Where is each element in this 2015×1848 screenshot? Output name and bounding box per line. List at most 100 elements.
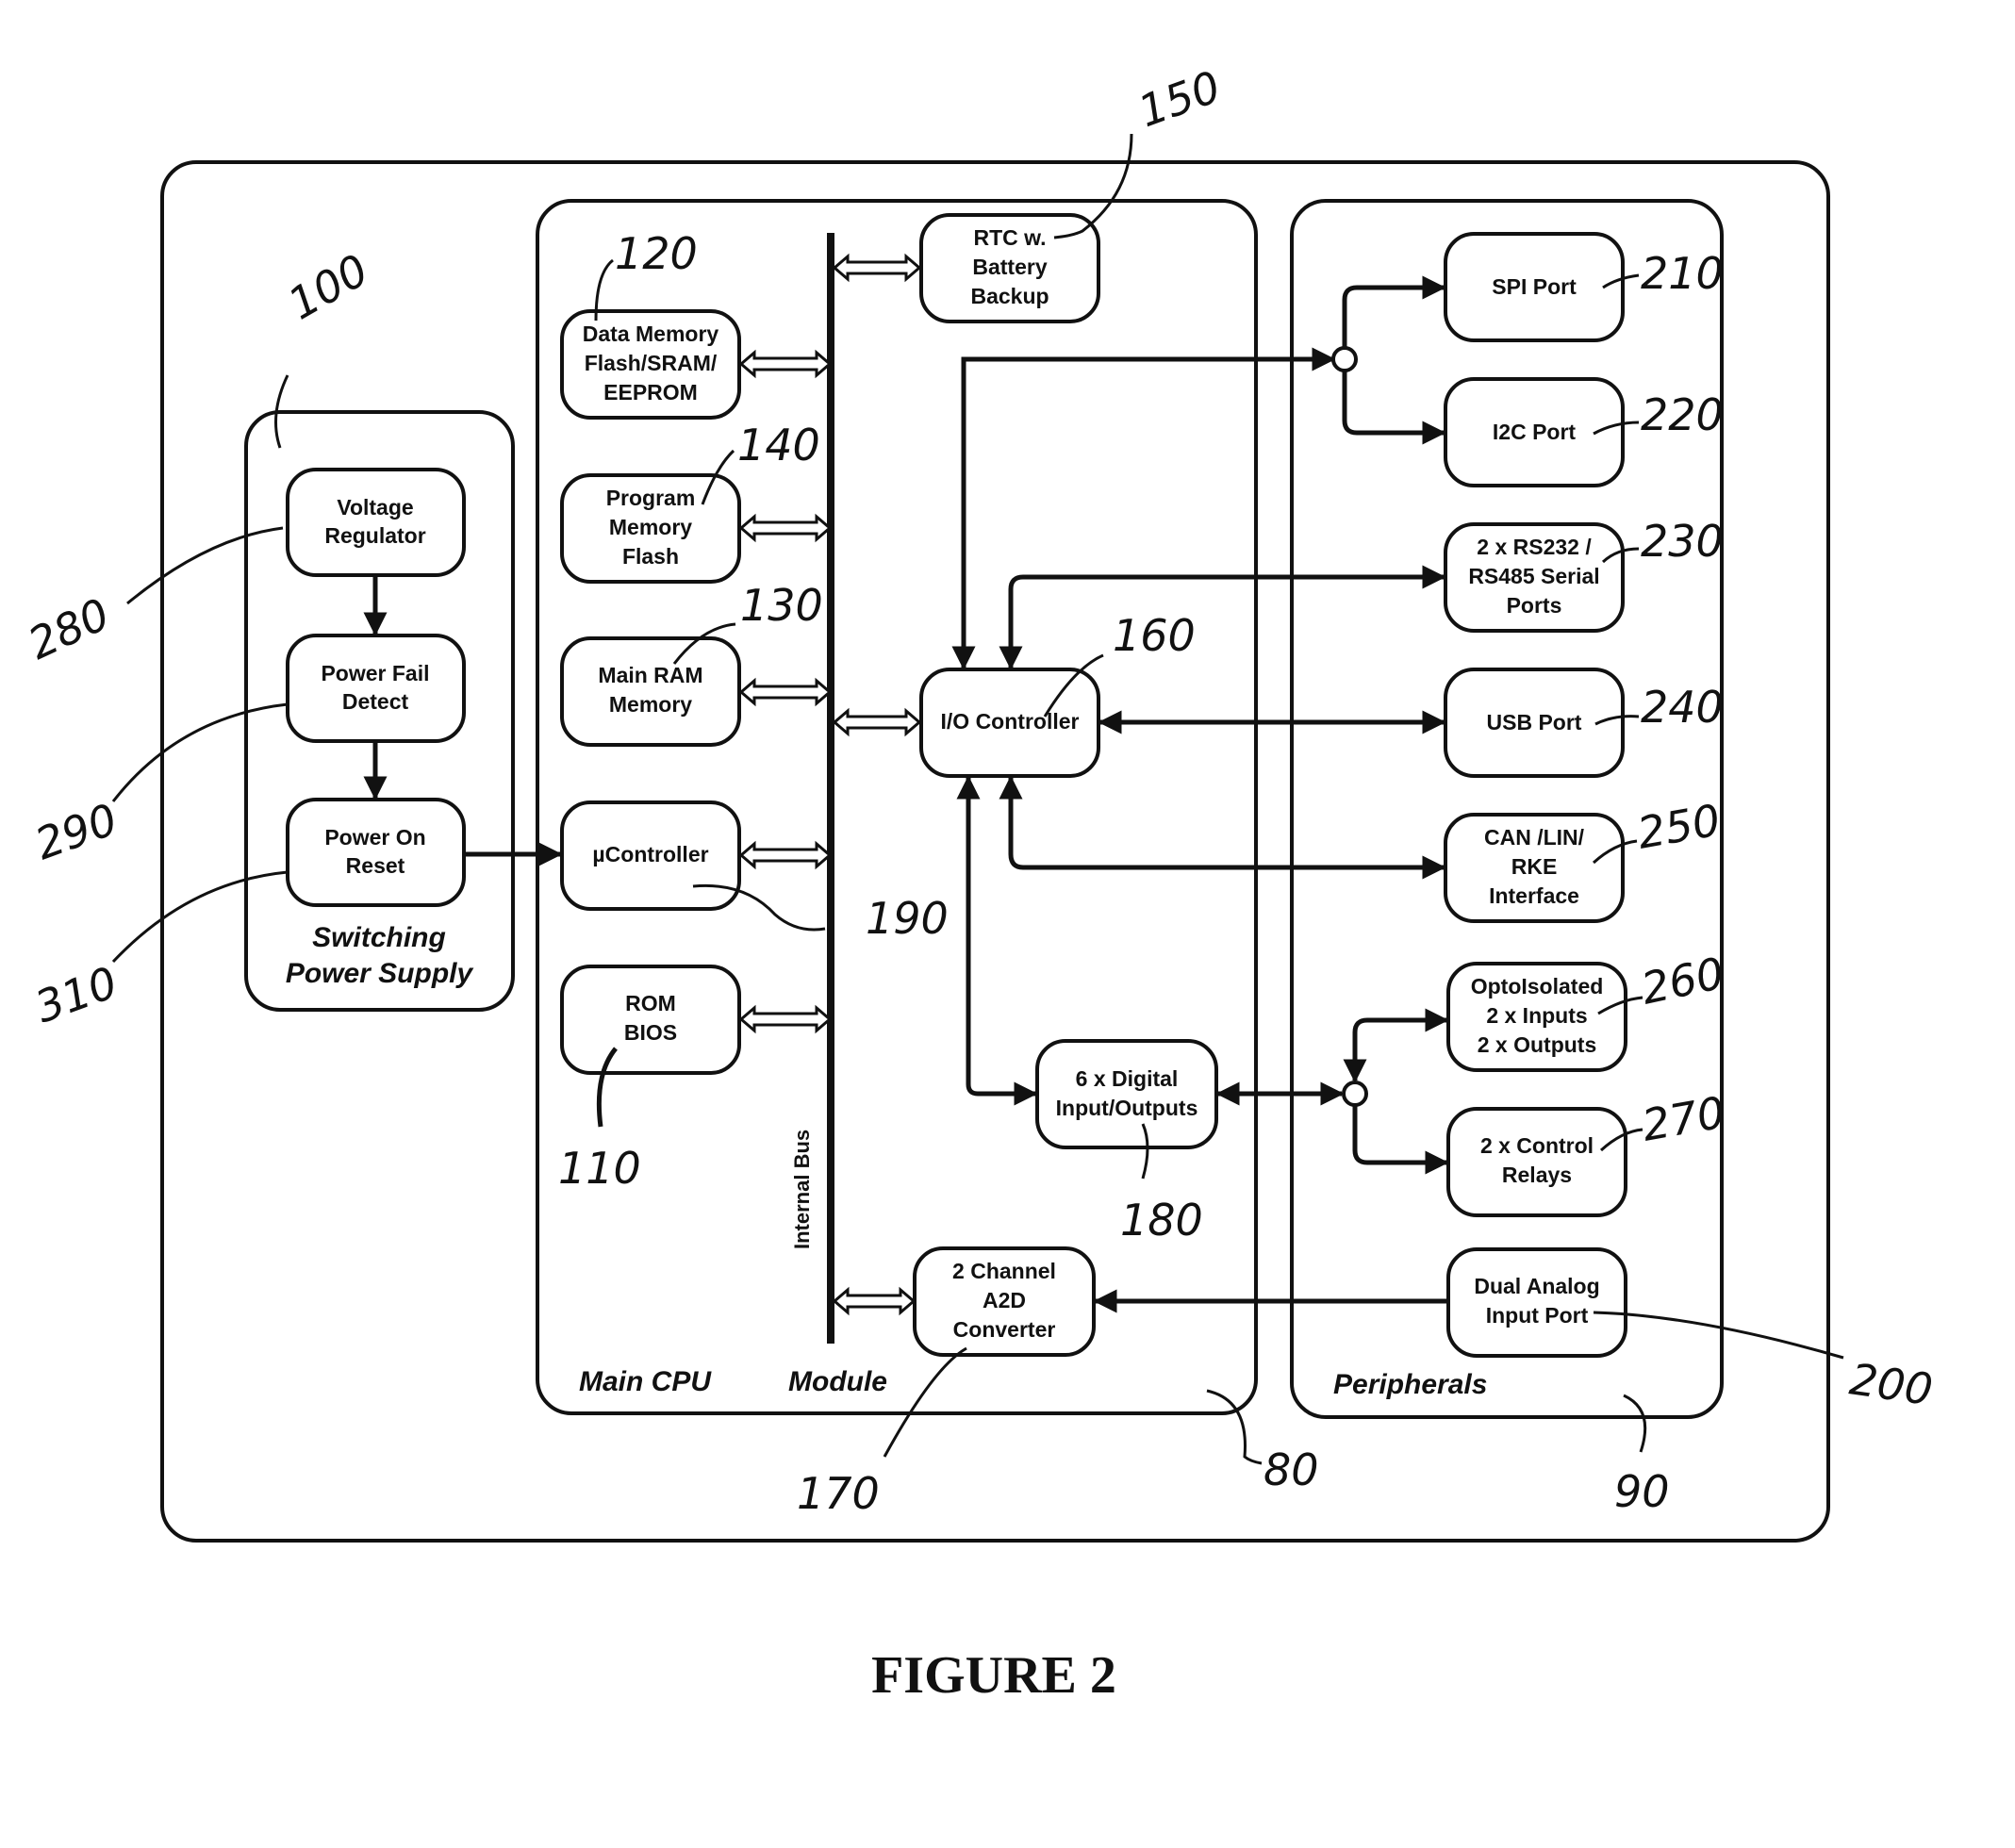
svg-text:Program: Program [606, 486, 696, 510]
can-lin-rke-block: CAN /LIN/ RKE Interface [1444, 813, 1625, 923]
svg-text:SPI Port: SPI Port [1492, 274, 1577, 299]
a2d-bus-arrow [832, 1286, 917, 1316]
power-fail-detect-block: Power Fail Detect [286, 634, 466, 743]
svg-text:EEPROM: EEPROM [603, 380, 698, 404]
io-controller-bus-arrow [832, 707, 922, 737]
svg-text:OptoIsolated: OptoIsolated [1471, 974, 1604, 998]
ref-110: 110 [558, 1143, 641, 1194]
ref-270: 270 [1639, 1086, 1729, 1150]
svg-text:Reset: Reset [346, 853, 405, 878]
svg-text:2 x Inputs: 2 x Inputs [1486, 1003, 1587, 1028]
svg-text:Regulator: Regulator [324, 523, 425, 548]
svg-text:2 x Outputs: 2 x Outputs [1478, 1032, 1597, 1057]
ref-290: 290 [28, 794, 124, 870]
ref-260: 260 [1637, 948, 1728, 1015]
internal-bus-label: Internal Bus [790, 1130, 814, 1249]
ref-220: 220 [1641, 389, 1724, 440]
program-memory-block: Program Memory Flash [560, 473, 741, 584]
junction-to-i2c-wire [1342, 371, 1446, 445]
block-diagram: Switching Power Supply Main CPU Module P… [21, 61, 1936, 1705]
program-memory-bus-arrow [738, 513, 833, 543]
ref-200: 200 [1846, 1353, 1935, 1415]
ref-210: 210 [1641, 248, 1724, 299]
connections [951, 275, 1449, 1313]
svg-text:Detect: Detect [342, 689, 409, 714]
data-memory-block: Data Memory Flash/SRAM/ EEPROM [560, 309, 741, 420]
svg-text:RKE: RKE [1511, 854, 1558, 879]
cpu-module-label-right: Module [788, 1366, 887, 1397]
ref-310: 310 [28, 957, 124, 1033]
svg-text:Dual Analog: Dual Analog [1474, 1274, 1599, 1298]
io-to-serial-wire [999, 565, 1446, 670]
svg-text:µController: µController [592, 842, 708, 866]
spi-i2c-junction [1331, 346, 1358, 372]
power-supply-label-2: Power Supply [286, 958, 474, 989]
cpu-module-label-left: Main CPU [579, 1366, 712, 1397]
io-to-digital-wire [956, 775, 1038, 1106]
opto-relay-junction [1342, 1081, 1368, 1107]
data-memory-bus-arrow [738, 349, 833, 379]
ref-160: 160 [1113, 610, 1196, 661]
svg-text:Relays: Relays [1502, 1163, 1572, 1187]
svg-text:Backup: Backup [970, 284, 1049, 308]
svg-text:2 Channel: 2 Channel [952, 1259, 1056, 1283]
svg-text:RS485 Serial: RS485 Serial [1468, 564, 1599, 588]
svg-text:BIOS: BIOS [624, 1020, 677, 1045]
ucontroller-bus-arrow [738, 840, 833, 870]
main-ram-bus-arrow [738, 677, 833, 707]
svg-text:Flash/SRAM/: Flash/SRAM/ [585, 351, 718, 375]
ref-100: 100 [280, 244, 377, 330]
svg-text:2 x Control: 2 x Control [1480, 1133, 1594, 1158]
svg-text:Ports: Ports [1507, 593, 1562, 618]
ref-120: 120 [615, 228, 698, 279]
power-on-reset-block: Power On Reset [286, 798, 466, 907]
svg-text:I2C Port: I2C Port [1493, 420, 1577, 444]
svg-text:Memory: Memory [609, 692, 692, 717]
io-to-can-wire [999, 775, 1446, 880]
rtc-bus-arrow [832, 253, 922, 283]
a2d-converter-block: 2 Channel A2D Converter [913, 1246, 1096, 1357]
peripherals-label: Peripherals [1333, 1369, 1487, 1400]
ref-170: 170 [797, 1468, 880, 1519]
svg-text:Converter: Converter [953, 1317, 1056, 1342]
main-ram-block: Main RAM Memory [560, 636, 741, 747]
svg-text:ROM: ROM [625, 991, 676, 1015]
junction-to-opto-wire [1343, 1008, 1449, 1083]
svg-text:USB Port: USB Port [1487, 710, 1582, 734]
svg-text:6 x Digital: 6 x Digital [1076, 1066, 1179, 1091]
svg-text:Battery: Battery [972, 255, 1047, 279]
rom-bios-block: ROM BIOS [560, 965, 741, 1075]
svg-text:Power Fail: Power Fail [321, 661, 429, 685]
spi-port-block: SPI Port [1444, 232, 1625, 342]
junction-to-relays-wire [1352, 1105, 1449, 1175]
svg-text:Power On: Power On [324, 825, 425, 850]
ref-230: 230 [1641, 516, 1724, 567]
ref-240: 240 [1641, 682, 1724, 733]
svg-text:Flash: Flash [622, 544, 679, 569]
svg-text:Voltage: Voltage [337, 495, 413, 520]
svg-text:RTC w.: RTC w. [973, 225, 1046, 250]
control-relays-block: 2 x Control Relays [1446, 1107, 1627, 1217]
ref-90: 90 [1614, 1466, 1670, 1517]
svg-text:A2D: A2D [983, 1288, 1026, 1312]
figure-caption: FIGURE 2 [871, 1646, 1116, 1705]
dual-analog-input-block: Dual Analog Input Port [1446, 1247, 1627, 1358]
power-supply-label-1: Switching [312, 922, 446, 953]
svg-text:I/O Controller: I/O Controller [941, 709, 1080, 734]
ref-280: 280 [21, 588, 117, 669]
svg-text:Memory: Memory [609, 515, 692, 539]
ref-140: 140 [737, 420, 820, 470]
svg-text:Interface: Interface [1489, 883, 1579, 908]
ref-80: 80 [1264, 1444, 1319, 1495]
ref-130: 130 [740, 580, 823, 631]
svg-text:Input/Outputs: Input/Outputs [1056, 1096, 1198, 1120]
ref-180: 180 [1120, 1195, 1203, 1246]
ref-190: 190 [866, 893, 949, 944]
rtc-block: RTC w. Battery Backup [919, 213, 1100, 323]
rom-bios-bus-arrow [738, 1004, 833, 1034]
svg-text:Input Port: Input Port [1486, 1303, 1589, 1328]
svg-text:Data Memory: Data Memory [583, 322, 719, 346]
svg-text:CAN /LIN/: CAN /LIN/ [1484, 825, 1585, 850]
ref-250: 250 [1634, 794, 1725, 858]
serial-ports-block: 2 x RS232 / RS485 Serial Ports [1444, 522, 1625, 633]
